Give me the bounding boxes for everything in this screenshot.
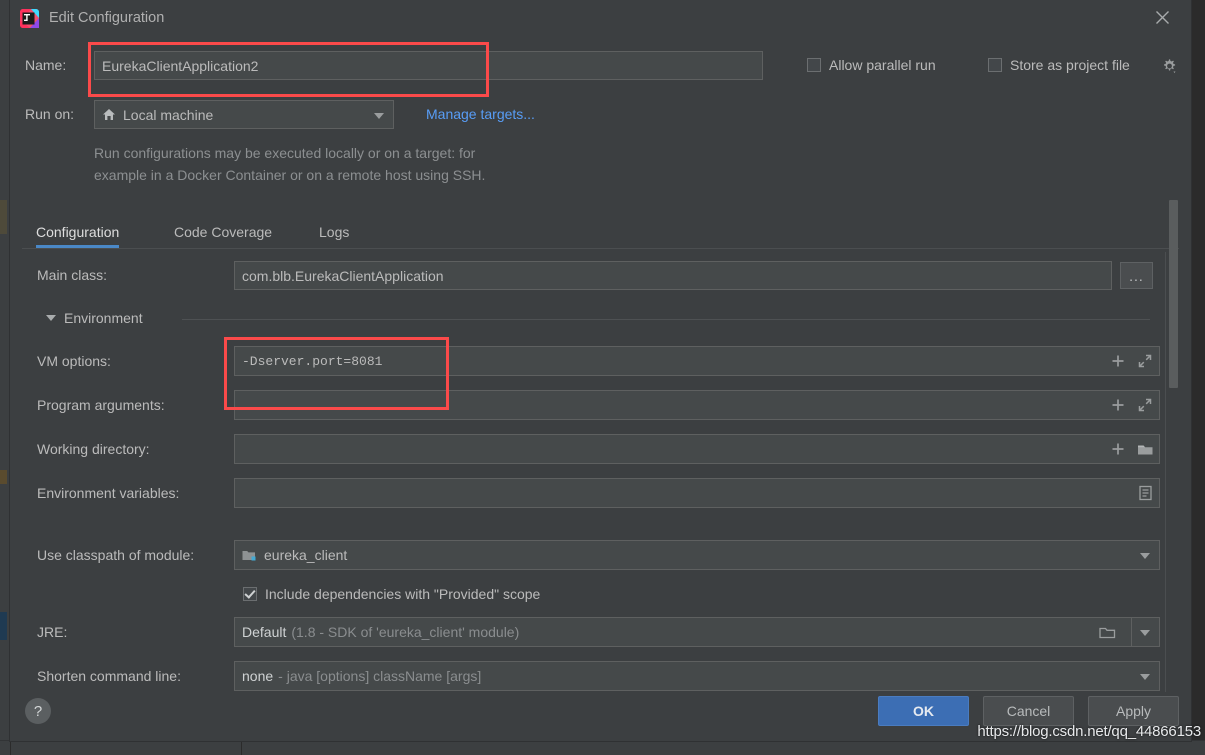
working-directory-label: Working directory: <box>37 441 150 457</box>
allow-parallel-run-checkbox[interactable]: Allow parallel run <box>807 57 936 73</box>
store-as-project-file-label: Store as project file <box>1010 57 1130 73</box>
environment-section-header[interactable]: Environment <box>46 310 143 326</box>
watermark-text: https://blog.csdn.net/qq_44866153 <box>977 723 1201 740</box>
vm-options-expand-icon[interactable] <box>1134 350 1156 372</box>
program-arguments-input[interactable] <box>234 390 1160 420</box>
content-panel-divider <box>1165 252 1166 692</box>
name-label: Name: <box>25 57 67 73</box>
ide-gutter-mark-1 <box>0 200 7 234</box>
intellij-idea-icon <box>19 8 40 29</box>
apply-button[interactable]: Apply <box>1088 696 1179 726</box>
store-as-project-file-checkbox[interactable]: Store as project file <box>988 57 1130 73</box>
program-arguments-expand-icon[interactable] <box>1134 394 1156 416</box>
manage-targets-link[interactable]: Manage targets... <box>426 106 535 122</box>
cancel-button[interactable]: Cancel <box>983 696 1074 726</box>
checkbox-box <box>807 58 821 72</box>
tab-label: Configuration <box>36 223 120 240</box>
chevron-down-icon <box>1140 674 1150 680</box>
chevron-down-icon <box>374 112 384 119</box>
tab-logs[interactable]: Logs <box>319 216 349 247</box>
environment-variables-editor-icon[interactable] <box>1134 482 1156 504</box>
environment-section-rule <box>182 319 1150 320</box>
environment-section-label: Environment <box>64 310 143 326</box>
vm-options-add-icon[interactable] <box>1107 350 1129 372</box>
jre-label: JRE: <box>37 624 68 640</box>
content-scrollbar[interactable] <box>1169 200 1178 388</box>
tab-bar: Configuration Code Coverage Logs <box>22 212 1179 249</box>
run-on-target-combo[interactable]: Local machine <box>94 100 394 129</box>
tab-label: Logs <box>319 223 350 240</box>
ide-status-divider <box>10 741 11 755</box>
shorten-command-line-label: Shorten command line: <box>37 668 181 684</box>
jre-combo[interactable]: Default (1.8 - SDK of 'eureka_client' mo… <box>234 617 1160 647</box>
home-icon <box>102 108 116 121</box>
shorten-command-line-value: none <box>242 668 274 684</box>
program-arguments-label: Program arguments: <box>37 397 165 413</box>
chevron-down-icon <box>1140 553 1150 559</box>
include-provided-dependencies-label: Include dependencies with "Provided" sco… <box>265 586 541 602</box>
ide-gutter-mark-3 <box>0 612 7 640</box>
run-on-hint-line-1: Run configurations may be executed local… <box>94 145 476 161</box>
allow-parallel-run-label: Allow parallel run <box>829 57 936 73</box>
dialog-title: Edit Configuration <box>49 10 165 26</box>
tab-configuration[interactable]: Configuration <box>36 216 120 248</box>
shorten-command-line-combo[interactable]: none - java [options] className [args] <box>234 661 1160 691</box>
working-directory-input[interactable] <box>234 434 1160 464</box>
chevron-down-icon <box>1140 630 1150 636</box>
program-arguments-add-icon[interactable] <box>1107 394 1129 416</box>
shorten-command-line-detail: - java [options] className [args] <box>278 668 482 684</box>
main-class-input[interactable]: com.blb.EurekaClientApplication <box>234 261 1112 290</box>
checkbox-box <box>243 587 257 601</box>
tab-label: Code Coverage <box>174 223 273 240</box>
dialog-titlebar: Edit Configuration <box>10 0 1191 38</box>
module-classpath-value: eureka_client <box>264 547 348 563</box>
environment-variables-label: Environment variables: <box>37 485 180 501</box>
gear-icon[interactable] <box>1158 55 1180 77</box>
run-on-value: Local machine <box>123 106 214 123</box>
include-provided-dependencies-checkbox[interactable]: Include dependencies with "Provided" sco… <box>243 586 540 602</box>
ide-gutter-mark-2 <box>0 470 7 484</box>
module-icon <box>242 549 257 562</box>
vm-options-label: VM options: <box>37 353 111 369</box>
ide-status-bar <box>0 740 1205 755</box>
jre-dropdown-button[interactable] <box>1131 617 1160 647</box>
run-on-hint-line-2: example in a Docker Container or on a re… <box>94 167 486 183</box>
jre-value-detail: (1.8 - SDK of 'eureka_client' module) <box>291 624 520 640</box>
chevron-down-icon <box>46 315 56 321</box>
close-icon[interactable] <box>1139 0 1185 34</box>
vm-options-value: -Dserver.port=8081 <box>242 353 383 369</box>
environment-variables-input[interactable] <box>234 478 1160 508</box>
module-classpath-combo[interactable]: eureka_client <box>234 540 1160 570</box>
ok-button[interactable]: OK <box>878 696 969 726</box>
use-classpath-of-module-label: Use classpath of module: <box>37 547 195 563</box>
jre-browse-folder-icon[interactable] <box>1096 621 1118 643</box>
checkbox-box <box>988 58 1002 72</box>
help-button[interactable]: ? <box>25 698 51 724</box>
tab-code-coverage[interactable]: Code Coverage <box>174 216 272 247</box>
run-on-label: Run on: <box>25 106 75 122</box>
edit-configuration-dialog: Edit Configuration Name: EurekaClientApp… <box>10 0 1191 741</box>
ide-status-divider <box>241 741 242 755</box>
name-input[interactable]: EurekaClientApplication2 <box>94 51 763 80</box>
vm-options-input[interactable]: -Dserver.port=8081 <box>234 346 1160 376</box>
jre-value: Default <box>242 624 287 640</box>
working-directory-browse-folder-icon[interactable] <box>1134 438 1156 460</box>
working-directory-add-icon[interactable] <box>1107 438 1129 460</box>
main-class-browse-button[interactable]: ... <box>1120 262 1153 289</box>
main-class-label: Main class: <box>37 267 108 283</box>
